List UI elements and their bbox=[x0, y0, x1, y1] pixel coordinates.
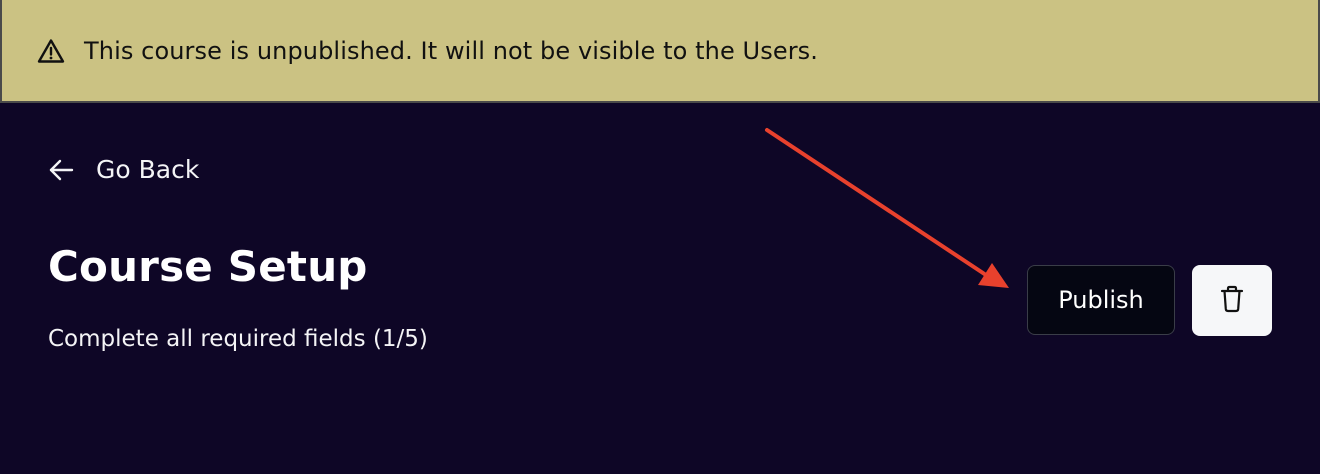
go-back-link[interactable]: Go Back bbox=[48, 155, 199, 184]
warning-triangle-icon bbox=[36, 36, 66, 66]
trash-icon bbox=[1220, 285, 1244, 316]
required-fields-progress: Complete all required fields (1/5) bbox=[48, 326, 428, 352]
unpublished-warning-banner: This course is unpublished. It will not … bbox=[0, 0, 1320, 103]
page-title: Course Setup bbox=[48, 242, 368, 291]
course-setup-main: Go Back Course Setup Complete all requir… bbox=[0, 103, 1320, 474]
arrow-left-icon bbox=[48, 156, 76, 184]
publish-button[interactable]: Publish bbox=[1027, 265, 1175, 335]
banner-message: This course is unpublished. It will not … bbox=[84, 36, 818, 65]
delete-button[interactable] bbox=[1192, 265, 1272, 336]
go-back-label: Go Back bbox=[96, 155, 200, 184]
